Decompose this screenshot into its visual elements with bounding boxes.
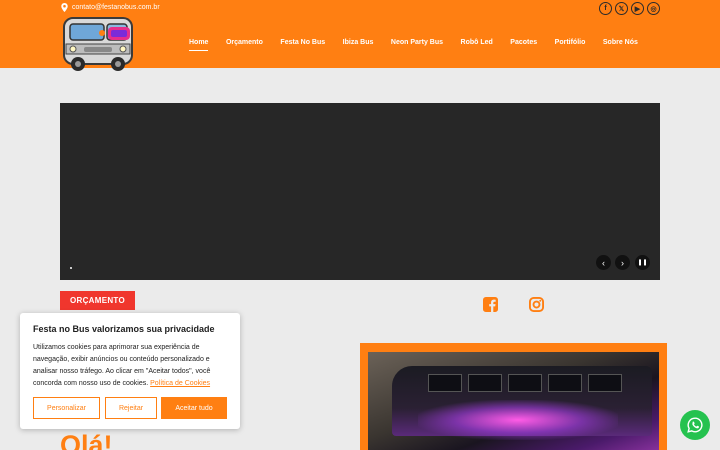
nav-orcamento[interactable]: Orçamento: [226, 39, 263, 53]
party-bus-photo-frame: [360, 343, 667, 450]
bus-window: [588, 374, 622, 392]
x-twitter-icon[interactable]: 𝕏: [615, 2, 628, 15]
cookie-accept-button[interactable]: Aceitar tudo: [161, 397, 227, 419]
bus-window: [508, 374, 542, 392]
whatsapp-button[interactable]: [680, 410, 710, 440]
cookie-customize-button[interactable]: Personalizar: [33, 397, 100, 419]
main-nav: Home Orçamento Festa No Bus Ibiza Bus Ne…: [189, 39, 655, 53]
orcamento-button[interactable]: ORÇAMENTO: [60, 291, 135, 310]
bus-window: [428, 374, 462, 392]
facebook-icon[interactable]: [483, 297, 498, 312]
cookie-policy-link[interactable]: Política de Cookies: [150, 380, 210, 387]
greeting-heading: Olá!: [60, 430, 113, 450]
facebook-icon[interactable]: f: [599, 2, 612, 15]
instagram-icon[interactable]: ◎: [647, 2, 660, 15]
nav-home[interactable]: Home: [189, 39, 209, 53]
cookie-text: Utilizamos cookies para aprimorar sua ex…: [33, 342, 229, 390]
contact-email[interactable]: contato@festanobus.com.br: [61, 3, 160, 12]
nav-pacotes[interactable]: Pacotes: [510, 39, 537, 53]
whatsapp-icon: [687, 417, 703, 433]
youtube-icon[interactable]: ▶: [631, 2, 644, 15]
slider-pause-button[interactable]: ❚❚: [635, 255, 650, 270]
cookie-reject-button[interactable]: Rejeitar: [105, 397, 157, 419]
slider-prev-button[interactable]: ‹: [596, 255, 611, 270]
slider-next-button[interactable]: ›: [615, 255, 630, 270]
festa-no-bus-logo[interactable]: [60, 12, 136, 73]
nav-neon-party-bus[interactable]: Neon Party Bus: [391, 39, 443, 53]
neon-glow: [418, 400, 618, 440]
cookie-consent-banner: Festa no Bus valorizamos sua privacidade…: [20, 313, 240, 429]
nav-festa-no-bus[interactable]: Festa No Bus: [280, 39, 325, 53]
map-pin-icon: [61, 3, 68, 12]
nav-robo-led[interactable]: Robô Led: [461, 39, 493, 53]
nav-sobre-nos[interactable]: Sobre Nós: [603, 39, 638, 53]
nav-portifolio[interactable]: Portifólio: [555, 39, 586, 53]
instagram-icon[interactable]: [529, 297, 544, 312]
social-links: f 𝕏 ▶ ◎: [599, 2, 660, 15]
bus-window: [468, 374, 502, 392]
hero-slider[interactable]: ‹ › ❚❚: [60, 103, 660, 280]
slide-indicator[interactable]: [70, 267, 72, 269]
nav-ibiza-bus[interactable]: Ibiza Bus: [343, 39, 374, 53]
party-bus-photo: [368, 352, 659, 450]
cookie-title: Festa no Bus valorizamos sua privacidade: [33, 324, 215, 334]
contact-email-text[interactable]: contato@festanobus.com.br: [72, 4, 160, 11]
bus-window: [548, 374, 582, 392]
